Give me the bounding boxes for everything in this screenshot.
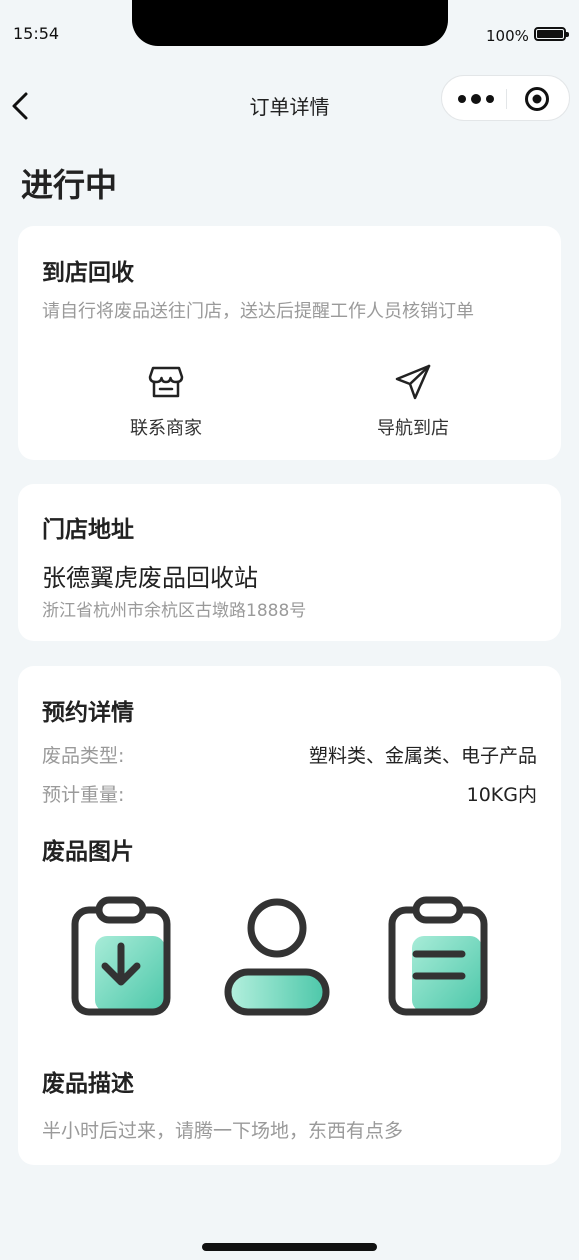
store-icon: [148, 366, 184, 398]
booking-card: 预约详情 废品类型: 塑料类、金属类、电子产品 预计重量: 10KG内 废品图片: [18, 666, 561, 1165]
battery-percentage: 100%: [486, 27, 529, 45]
status-bar: 15:54 100%: [0, 0, 579, 60]
pickup-title: 到店回收: [42, 260, 134, 286]
close-target-icon[interactable]: [524, 86, 550, 112]
waste-type-label: 废品类型:: [42, 745, 125, 767]
nav-bar: 订单详情: [0, 72, 579, 132]
status-time: 15:54: [13, 24, 60, 43]
navigation-icon: [395, 364, 431, 400]
store-name: 张德翼虎废品回收站: [42, 564, 258, 592]
clipboard-download-icon[interactable]: [69, 896, 179, 1018]
clipboard-list-icon[interactable]: [386, 896, 496, 1018]
user-icon[interactable]: [222, 896, 332, 1018]
store-address: 浙江省杭州市余杭区古墩路1888号: [42, 601, 307, 621]
waste-description-title: 废品描述: [42, 1071, 134, 1097]
capsule-divider: [506, 89, 507, 109]
store-title: 门店地址: [42, 517, 134, 543]
waste-images-title: 废品图片: [42, 839, 134, 865]
waste-description: 半小时后过来，请腾一下场地，东西有点多: [42, 1120, 404, 1142]
more-icon[interactable]: [456, 90, 496, 108]
store-card: 门店地址 张德翼虎废品回收站 浙江省杭州市余杭区古墩路1888号: [18, 484, 561, 641]
home-indicator[interactable]: [202, 1243, 377, 1251]
navigate-store-button[interactable]: 导航到店: [333, 362, 493, 440]
pickup-card: 到店回收 请自行将废品送往门店，送达后提醒工作人员核销订单 联系商家 导航到店: [18, 226, 561, 460]
weight-label: 预计重量:: [42, 784, 125, 806]
mini-program-capsule: [441, 75, 570, 121]
navigate-store-label: 导航到店: [377, 418, 449, 439]
pickup-description: 请自行将废品送往门店，送达后提醒工作人员核销订单: [42, 301, 474, 322]
notch: [132, 0, 448, 46]
order-status-title: 进行中: [21, 166, 118, 204]
contact-merchant-label: 联系商家: [130, 418, 202, 439]
waste-type-value: 塑料类、金属类、电子产品: [308, 745, 537, 767]
contact-merchant-button[interactable]: 联系商家: [86, 362, 246, 440]
battery-icon: [534, 27, 569, 41]
booking-title: 预约详情: [42, 700, 134, 726]
weight-value: 10KG内: [466, 784, 537, 806]
